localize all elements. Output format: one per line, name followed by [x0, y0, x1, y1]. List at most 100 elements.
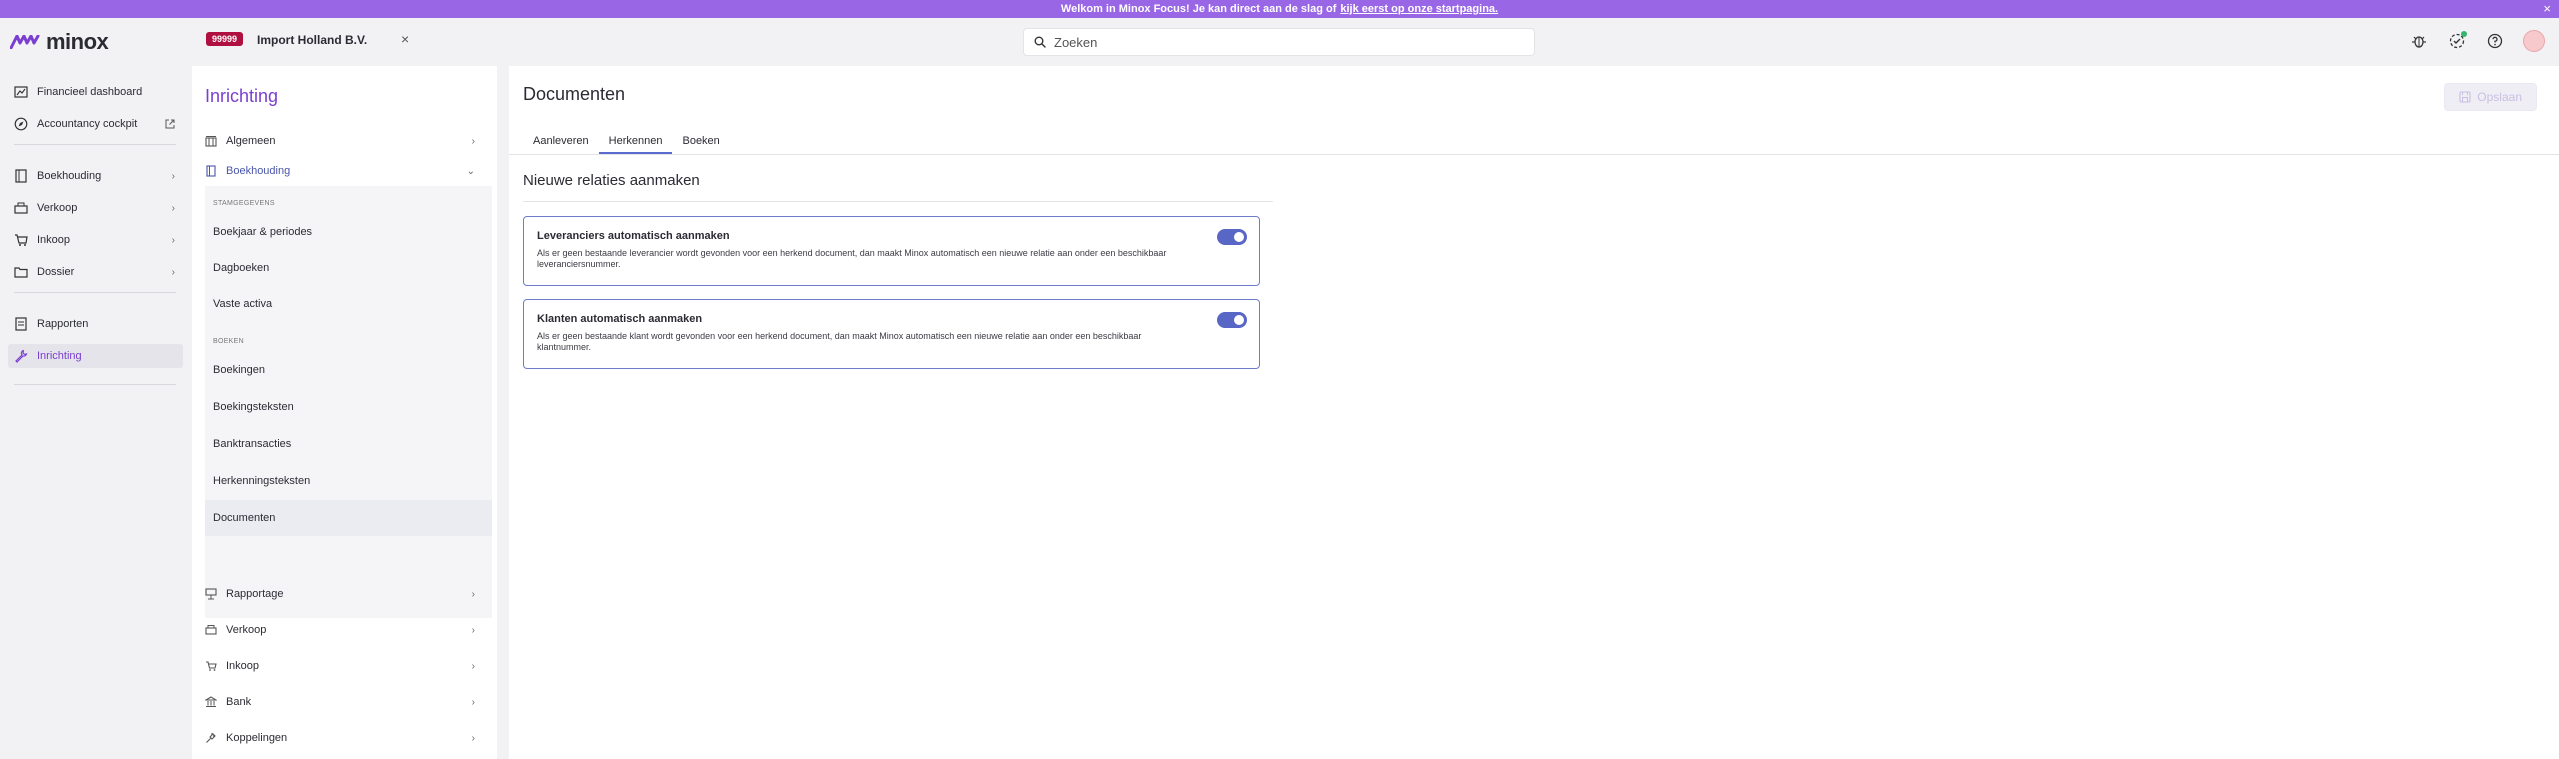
chevron-right-icon: › [171, 234, 175, 246]
compass-icon [14, 117, 28, 131]
banner-close-icon[interactable]: × [2543, 1, 2551, 16]
save-icon [2459, 91, 2471, 103]
search-icon [1034, 36, 1046, 48]
settings-section-inkoop[interactable]: Inkoop › [205, 651, 485, 681]
submenu-item-boekjaar[interactable]: Boekjaar & periodes [205, 214, 492, 250]
nav-label: Financieel dashboard [37, 86, 143, 98]
submenu-item-vaste-activa[interactable]: Vaste activa [205, 286, 492, 322]
chevron-right-icon: › [171, 266, 175, 278]
chevron-right-icon: › [171, 170, 175, 182]
save-label: Opslaan [2477, 90, 2522, 104]
submenu-item-boekingsteksten[interactable]: Boekingsteksten [205, 389, 492, 425]
submenu-item-dagboeken[interactable]: Dagboeken [205, 250, 492, 286]
card-title: Leveranciers automatisch aanmaken [537, 230, 730, 242]
building-icon [205, 136, 217, 147]
logo-text: minox [46, 29, 109, 54]
chevron-right-icon: › [471, 696, 475, 708]
submenu-item-banktransacties[interactable]: Banktransacties [205, 426, 492, 462]
setting-card-leveranciers: Leveranciers automatisch aanmaken Als er… [523, 216, 1260, 286]
settings-section-boekhouding[interactable]: Boekhouding ⌄ [205, 156, 485, 186]
search-input[interactable] [1054, 34, 1514, 50]
card-description: Als er geen bestaande klant wordt gevond… [537, 331, 1142, 352]
chevron-down-icon: ⌄ [466, 165, 475, 177]
settings-section-koppelingen[interactable]: Koppelingen › [205, 723, 485, 753]
tab-herkennen[interactable]: Herkennen [598, 130, 673, 154]
section-label: Rapportage [226, 588, 284, 600]
minox-logo-mark [10, 35, 40, 49]
nav-item-verkoop[interactable]: Verkoop › [8, 196, 183, 220]
settings-section-algemeen[interactable]: Algemeen › [205, 126, 485, 156]
avatar[interactable] [2523, 30, 2545, 52]
section-divider [523, 201, 1273, 202]
save-button[interactable]: Opslaan [2444, 83, 2537, 111]
nav-item-boekhouding[interactable]: Boekhouding › [8, 164, 183, 188]
settings-section-verkoop[interactable]: Verkoop › [205, 615, 485, 645]
nav-item-inkoop[interactable]: Inkoop › [8, 228, 183, 252]
tab-boeken[interactable]: Boeken [672, 130, 729, 154]
nav-item-financieel-dashboard[interactable]: Financieel dashboard [8, 80, 183, 104]
nav-label: Verkoop [37, 202, 78, 214]
settings-title: Inrichting [205, 86, 279, 106]
cart-icon [206, 661, 217, 671]
settings-section-rapportage[interactable]: Rapportage › [205, 579, 485, 609]
chevron-right-icon: › [471, 588, 475, 600]
nav-divider [14, 292, 176, 293]
top-icons [2409, 30, 2545, 52]
notification-dot [2461, 31, 2467, 37]
klanten-toggle[interactable] [1217, 312, 1247, 328]
tasks-check-icon[interactable] [2447, 31, 2467, 51]
banner-startpage-link[interactable]: kijk eerst op onze startpagina. [1340, 3, 1498, 15]
chevron-right-icon: › [471, 660, 475, 672]
section-label: Algemeen [226, 135, 276, 147]
external-link-icon [165, 119, 175, 129]
settings-panel: Inrichting Algemeen › Boekhouding ⌄ STAM… [192, 66, 497, 759]
nav-item-accountancy-cockpit[interactable]: Accountancy cockpit [8, 112, 183, 136]
company-name[interactable]: Import Holland B.V. [257, 33, 367, 47]
bug-icon[interactable] [2409, 31, 2429, 51]
section-title: Nieuwe relaties aanmaken [523, 172, 700, 189]
page-title: Documenten [523, 84, 626, 104]
boekhouding-submenu: STAMGEGEVENS Boekjaar & periodes Dagboek… [205, 186, 492, 618]
panel-gutter [497, 66, 509, 759]
nav-label: Dossier [37, 266, 75, 278]
section-label: Inkoop [226, 660, 260, 672]
nav-divider [14, 144, 176, 145]
tab-aanleveren[interactable]: Aanleveren [523, 130, 599, 154]
chevron-right-icon: › [471, 624, 475, 636]
section-label: Koppelingen [226, 732, 288, 744]
plug-icon [206, 733, 216, 743]
submenu-item-herkenningsteksten[interactable]: Herkenningsteksten [205, 463, 492, 499]
nav-label: Inkoop [37, 234, 71, 246]
nav-label: Accountancy cockpit [37, 118, 138, 130]
submenu-item-boekingen[interactable]: Boekingen [205, 352, 492, 388]
group-header-stamgegevens: STAMGEGEVENS [213, 200, 275, 207]
submenu-item-documenten[interactable]: Documenten [205, 500, 492, 536]
welcome-banner: Welkom in Minox Focus! Je kan direct aan… [0, 0, 2559, 18]
help-icon[interactable] [2485, 31, 2505, 51]
card-description: Als er geen bestaande leverancier wordt … [537, 248, 1167, 269]
book-icon [15, 169, 27, 183]
close-company-icon[interactable]: × [401, 31, 409, 47]
section-label: Bank [226, 696, 252, 708]
leveranciers-toggle[interactable] [1217, 229, 1247, 245]
report-icon [15, 317, 27, 331]
setting-card-klanten: Klanten automatisch aanmaken Als er geen… [523, 299, 1260, 369]
search-box[interactable] [1023, 28, 1535, 56]
section-label: Boekhouding [226, 165, 291, 177]
banner-text: Welkom in Minox Focus! Je kan direct aan… [1060, 3, 1337, 15]
register-icon [205, 625, 217, 635]
bank-icon [205, 696, 217, 707]
register-icon [14, 202, 28, 214]
company-number-badge: 99999 [206, 32, 244, 46]
tab-bar: Aanleveren Herkennen Boeken [523, 130, 730, 154]
nav-item-rapporten[interactable]: Rapporten [8, 312, 183, 336]
minox-logo[interactable]: minox [10, 29, 109, 55]
nav-label: Boekhouding [37, 170, 102, 182]
folder-icon [14, 267, 28, 278]
nav-item-inrichting[interactable]: Inrichting [8, 344, 183, 368]
chevron-right-icon: › [171, 202, 175, 214]
settings-section-bank[interactable]: Bank › [205, 687, 485, 717]
nav-item-dossier[interactable]: Dossier › [8, 260, 183, 284]
nav-label: Rapporten [37, 318, 89, 330]
chevron-right-icon: › [471, 732, 475, 744]
